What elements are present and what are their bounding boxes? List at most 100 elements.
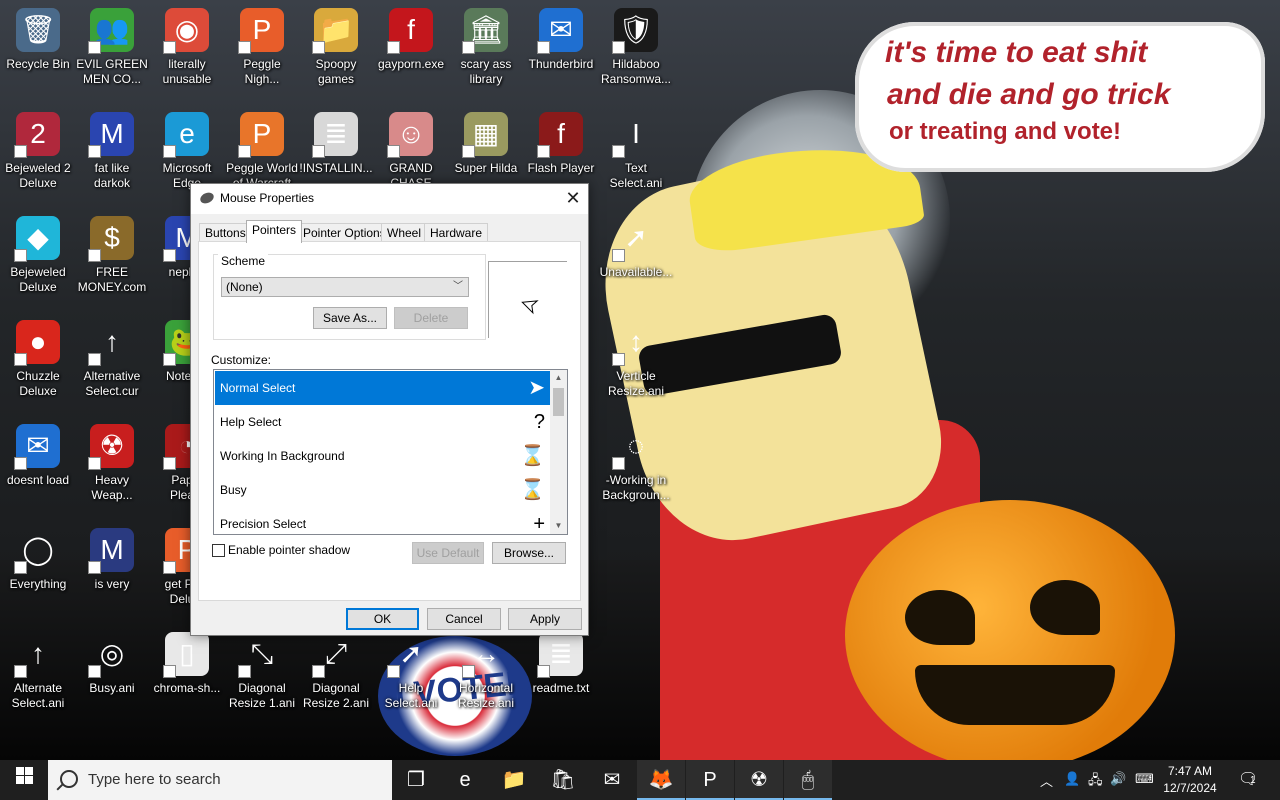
desktop-icon[interactable]: ✉ doesnt load [0,416,76,488]
scheme-dropdown[interactable]: (None) ﹀ [221,277,469,297]
use-default-button[interactable]: Use Default [412,542,484,564]
desktop-icon[interactable]: 2 Bejeweled 2 Deluxe [0,104,76,191]
chevron-down-icon: ﹀ [453,281,463,292]
desktop-icon[interactable]: ☢ Heavy Weap... [74,416,150,503]
desktop-icon[interactable]: ↑ Alternate Select.ani [0,624,76,711]
edge-taskbar-icon[interactable]: e [441,760,489,800]
desktop-icon[interactable]: f Flash Player [523,104,599,176]
desktop-icon-label: Flash Player [527,161,595,175]
enable-pointer-shadow-checkbox[interactable] [212,544,225,557]
pointer-row[interactable]: Busy ⌛ [215,473,553,507]
desktop-icon[interactable]: ↔ Horizontal Resize.ani [448,624,524,711]
clock[interactable]: 7:47 AM 12/7/2024 [1160,763,1220,797]
desktop-icon[interactable]: Mfat like darkok [74,104,150,191]
shield-icon: 🛡 [612,8,658,54]
desktop-icon[interactable]: ◆ Bejeweled Deluxe [0,208,76,295]
desktop-icon[interactable]: 📁 Spoopy games [298,0,374,87]
desktop-icon[interactable]: 🏛 scary ass library [448,0,524,87]
tab-pointer-options[interactable]: Pointer Options [297,223,392,242]
desktop-icon[interactable]: ↕ Verticle Resize.ani [598,312,674,399]
desktop-icon[interactable]: ≣ !INSTALLIN... [298,104,374,176]
scroll-up-icon[interactable]: ▲ [550,370,567,386]
store-icon[interactable]: 🛍 [539,760,587,800]
delete-button[interactable]: Delete [394,307,468,329]
desktop-icon-label: Bejeweled Deluxe [10,265,66,294]
desktop-icon[interactable]: ◌ -Working in Backgroun... [598,416,674,503]
taskbar: Type here to search ❐ e 📁 🛍 ✉ 🦊 P ☢ 🖱 ︿ 👤 🖧 🔊 ⌨ … [0,760,1280,800]
desktop-icon[interactable]: 👥 EVIL GREEN MEN CO... [74,0,150,87]
tab-wheel[interactable]: Wheel [381,223,428,242]
clock-date: 12/7/2024 [1163,781,1217,795]
desktop-icon[interactable]: f gayporn.exe [373,0,449,72]
tab-hardware[interactable]: Hardware [424,223,489,242]
pointer-list[interactable]: Normal Select ➤ Help Select? Working In Bac… [213,369,568,535]
desktop-icon-label: readme.txt [532,681,590,695]
windows-logo-icon [15,767,33,784]
pointer-row-name: Busy [220,483,247,497]
desktop-icon[interactable]: ✉ Thunderbird [523,0,599,72]
desktop-icon[interactable]: ◯ Everything [0,520,76,592]
peggle-icon: P [238,8,284,54]
desktop-icon[interactable]: ▦ Super Hilda [448,104,524,176]
scroll-down-icon[interactable]: ▼ [550,518,567,534]
desktop-icon[interactable]: ● Chuzzle Deluxe [0,312,76,399]
desktop-icon[interactable]: PPeggle World of Warcraft [224,104,300,191]
mail-icon[interactable]: ✉ [588,760,636,800]
ok-button[interactable]: OK [346,608,419,630]
desktop-icon[interactable]: I Text Select.ani [598,104,674,191]
pointer-row[interactable]: Working In Background ⌛ [215,439,553,473]
desktop-icon[interactable]: ➚ Unavailable... [598,208,674,280]
scheme-label: Scheme [218,254,269,268]
close-button[interactable]: ✕ [558,184,588,214]
desktop-icon[interactable]: ⤢ Diagonal Resize 2.ani [298,624,374,711]
scroll-thumb[interactable] [553,388,564,416]
enable-pointer-shadow-label[interactable]: Enable pointer shadow [228,543,350,557]
desktop-icon-label: Alternative Select.cur [83,369,141,398]
volume-icon[interactable]: 🔊 [1110,771,1126,787]
banner-line-2: and die and go trick [887,78,1171,111]
people-icon[interactable]: 👤 [1064,771,1080,787]
working-cursor-icon: ◌ [612,424,658,470]
pointer-list-scrollbar[interactable]: ▲ ▼ [550,370,567,534]
desktop-icon-label: FREE MONEY.com [77,265,147,294]
desktop[interactable]: I VOTED it's time to eat shit and die an… [0,0,1280,760]
file-explorer-icon[interactable]: 📁 [490,760,538,800]
desktop-icon[interactable]: ➚ Help Select.ani [373,624,449,711]
desktop-icon[interactable]: ☺GRAND CHASE [373,104,449,191]
radiation-taskbar-icon[interactable]: ☢ [735,760,783,800]
tab-pointers[interactable]: Pointers [246,220,303,243]
firefox-icon[interactable]: 🦊 [637,760,685,800]
pointer-row[interactable]: Help Select? [215,405,553,439]
peggle-taskbar-icon[interactable]: P [686,760,734,800]
desktop-icon[interactable]: 🗑 Recycle Bin [0,0,76,72]
diamond-icon: ◆ [14,216,60,262]
pointer-row[interactable]: Normal Select ➤ [215,371,553,405]
desktop-icon[interactable]: Mis very [74,520,150,592]
mouse-taskbar-icon[interactable]: 🖱 [784,760,832,800]
task-view-icon[interactable]: ❐ [392,760,440,800]
desktop-icon[interactable]: P Peggle Nigh... [224,0,300,87]
cancel-button[interactable]: Cancel [427,608,501,630]
browse-button[interactable]: Browse... [492,542,566,564]
network-icon[interactable]: 🖧 [1088,771,1103,793]
desktop-icon[interactable]: ↑ Alternative Select.cur [74,312,150,399]
apply-button[interactable]: Apply [508,608,582,630]
desktop-icon[interactable]: $ FREE MONEY.com [74,208,150,295]
keyboard-icon[interactable]: ⌨ [1135,771,1154,787]
mouse-properties-dialog: Mouse Properties ✕ Buttons Pointers Poin… [190,183,589,636]
desktop-icon[interactable]: 🛡 Hildaboo Ransomwa... [598,0,674,87]
taskbar-search-box[interactable]: Type here to search [48,760,392,800]
desktop-icon[interactable]: ⤡ Diagonal Resize 1.ani [224,624,300,711]
mpl-icon: M [88,112,134,158]
show-hidden-icons-chevron-icon[interactable]: ︿ [1040,771,1053,790]
pointer-row[interactable]: Precision Select + [215,507,553,534]
notification-center-button[interactable]: 🗨 1 [1238,769,1258,789]
save-as-button[interactable]: Save As... [313,307,387,329]
dialog-titlebar[interactable]: Mouse Properties ✕ [191,184,588,214]
tab-buttons[interactable]: Buttons [199,223,252,242]
desktop-icon-label: -Working in Backgroun... [602,473,670,502]
desktop-icon[interactable]: e Microsoft Edge [149,104,225,191]
desktop-icon[interactable]: ◉ literally unusable [149,0,225,87]
desktop-icon[interactable]: ◎ Busy.ani [74,624,150,696]
start-button[interactable] [0,760,48,800]
